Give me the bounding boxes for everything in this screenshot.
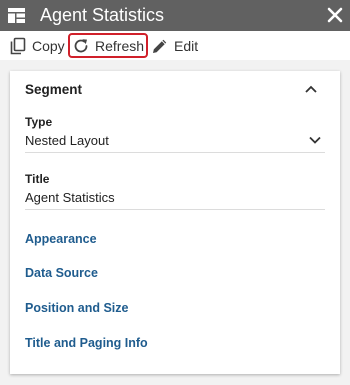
edit-label: Edit (174, 37, 199, 54)
data-source-link[interactable]: Data Source (25, 266, 98, 280)
edit-button[interactable]: Edit (147, 33, 203, 58)
chevron-up-icon[interactable] (304, 84, 318, 94)
position-and-size-link[interactable]: Position and Size (25, 301, 129, 315)
segment-panel: Segment Type Nested Layout Title Agent S… (10, 71, 340, 374)
copy-button[interactable]: Copy (5, 33, 70, 58)
layout-grid-icon (8, 8, 25, 23)
refresh-button[interactable]: Refresh (68, 33, 149, 58)
toolbar: Copy Refresh Edit (0, 31, 350, 60)
pencil-icon (153, 39, 167, 53)
title-field[interactable]: Agent Statistics (25, 190, 325, 210)
refresh-label: Refresh (95, 37, 145, 54)
type-select[interactable]: Nested Layout (25, 133, 325, 153)
title-label: Title (25, 172, 50, 186)
type-label: Type (25, 115, 53, 129)
copy-icon (10, 37, 26, 54)
title-field-value: Agent Statistics (25, 190, 115, 205)
appearance-link[interactable]: Appearance (25, 232, 97, 246)
chevron-down-icon (309, 136, 321, 144)
close-icon[interactable] (326, 6, 344, 24)
copy-label: Copy (32, 37, 65, 54)
window-title: Agent Statistics (40, 5, 165, 25)
type-select-value: Nested Layout (25, 133, 109, 148)
refresh-icon (74, 38, 88, 52)
title-and-paging-info-link[interactable]: Title and Paging Info (25, 336, 148, 350)
title-bar: Agent Statistics (0, 0, 350, 31)
section-title: Segment (25, 82, 83, 97)
